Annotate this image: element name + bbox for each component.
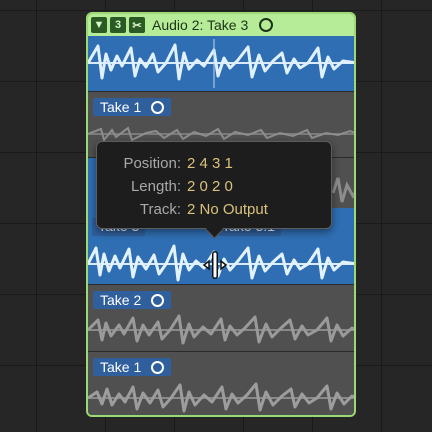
resize-cursor-icon xyxy=(202,251,228,279)
take-number-badge[interactable]: 3 xyxy=(110,17,126,33)
take-2-waveform xyxy=(88,314,354,345)
take-folder-header[interactable]: ▼ 3 ✂ Audio 2: Take 3 xyxy=(88,14,354,36)
take-folder-circle-icon[interactable] xyxy=(259,18,274,32)
track-label: Track: xyxy=(139,201,181,218)
take-folder-title: Audio 2: Take 3 xyxy=(152,17,249,33)
length-value: 2 0 2 0 xyxy=(187,178,233,195)
position-value: 2 4 3 1 xyxy=(187,155,233,172)
track-value: 2 No Output xyxy=(187,201,268,218)
take-1-bottom-waveform xyxy=(88,382,354,413)
take-folder-disclosure-button[interactable]: ▼ xyxy=(91,17,107,33)
position-label: Position: xyxy=(123,155,181,172)
quick-swipe-comping-icon[interactable]: ✂ xyxy=(129,17,145,33)
comp-waveform xyxy=(88,39,354,88)
comp-waveform-track[interactable] xyxy=(88,36,354,92)
take-lane-2[interactable]: Take 2 xyxy=(88,284,354,352)
region-info-tooltip: Position: 2 4 3 1 Length: 2 0 2 0 Track: 2 … xyxy=(96,141,332,229)
take-lane-1-bottom[interactable]: Take 1 xyxy=(88,351,354,415)
length-label: Length: xyxy=(130,178,181,195)
